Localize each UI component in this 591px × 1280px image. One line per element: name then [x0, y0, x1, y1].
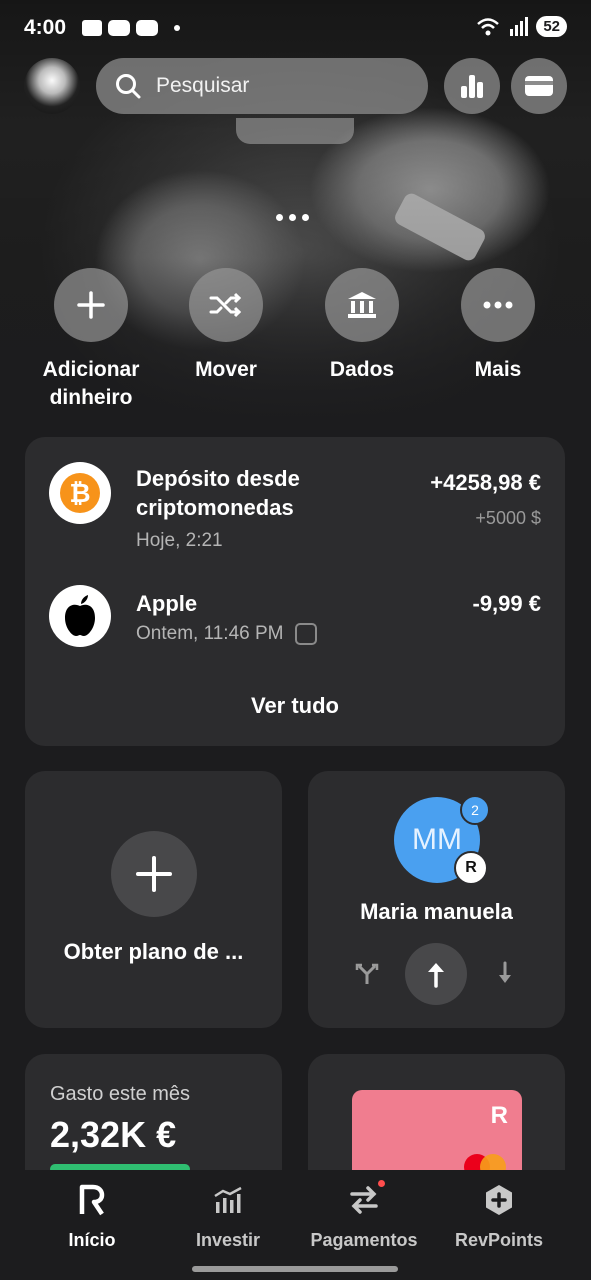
- battery-indicator: 52: [536, 16, 567, 37]
- card-icon: [525, 76, 553, 96]
- split-icon[interactable]: [355, 963, 379, 985]
- nav-label: Pagamentos: [310, 1230, 418, 1250]
- apple-icon: [65, 595, 95, 636]
- nav-item-home[interactable]: Início: [18, 1182, 166, 1251]
- transaction-title: Apple: [136, 591, 198, 616]
- nav-label: Início: [68, 1230, 116, 1250]
- contact-actions: [308, 943, 565, 1005]
- add-plan-button[interactable]: [111, 831, 197, 917]
- arrow-down-icon[interactable]: [497, 961, 513, 985]
- send-button[interactable]: [405, 943, 467, 1005]
- transaction-amount: -9,99 €: [472, 591, 542, 616]
- system-icons: 52: [476, 16, 567, 37]
- svg-text:₿: ₿: [69, 478, 90, 508]
- more-icon: [483, 301, 513, 309]
- bank-icon: [348, 292, 376, 318]
- transfer-arrows-icon: [350, 1186, 378, 1214]
- action-label: Mover: [195, 358, 257, 381]
- cards-button[interactable]: [511, 58, 567, 114]
- page-dots: [276, 214, 309, 221]
- top-bar: [0, 58, 591, 116]
- notification-dot: [378, 1180, 385, 1187]
- shuffle-icon: [209, 292, 242, 318]
- plan-label: Obter plano de ...: [63, 939, 244, 964]
- action-more-button[interactable]: [461, 268, 535, 342]
- nav-item-invest[interactable]: Investir: [154, 1182, 302, 1251]
- spending-label: Gasto este mês: [50, 1083, 191, 1105]
- action-label: Adicionar dinheiro: [42, 358, 140, 409]
- spending-value: 2,32K €: [50, 1114, 177, 1155]
- nav-label: RevPoints: [454, 1230, 544, 1250]
- transaction-time-text: Ontem, 11:46 PM: [136, 623, 284, 645]
- transaction-icon: ₿: [49, 462, 111, 524]
- revolut-badge-icon: R: [454, 851, 488, 885]
- nav-item-revpoints[interactable]: RevPoints: [425, 1182, 573, 1251]
- mail-icon: [82, 20, 102, 36]
- notification-icons: [82, 20, 180, 36]
- get-plan-card[interactable]: Obter plano de ...: [25, 771, 282, 1028]
- plus-icon: [136, 856, 172, 892]
- status-time: 4:00: [24, 16, 67, 39]
- bar-chart-icon: [461, 75, 483, 98]
- action-more[interactable]: Mais: [428, 268, 568, 384]
- revolut-icon: [79, 1184, 105, 1216]
- transaction-title: Depósito desde criptomonedas: [136, 466, 300, 520]
- revpoints-icon: [486, 1185, 512, 1215]
- action-add-money-button[interactable]: [54, 268, 128, 342]
- contact-badge: 2: [460, 795, 490, 825]
- nav-item-payments[interactable]: Pagamentos: [290, 1180, 438, 1251]
- home-indicator[interactable]: [192, 1266, 398, 1272]
- see-all-link[interactable]: Ver tudo: [25, 693, 565, 719]
- search-bar[interactable]: [96, 58, 428, 114]
- transaction-time: Hoje, 2:21: [136, 530, 223, 551]
- arrow-up-icon: [428, 963, 444, 988]
- transaction-amount: +4258,98 €: [430, 470, 541, 495]
- profile-avatar[interactable]: [24, 58, 80, 114]
- action-move-button[interactable]: [189, 268, 263, 342]
- action-add-money[interactable]: Adicionar dinheiro: [21, 268, 161, 412]
- transactions-card: ₿ Depósito desde criptomonedas Hoje, 2:2…: [25, 437, 565, 746]
- wifi-icon: [477, 17, 500, 35]
- status-bar: 4:00 52: [0, 0, 591, 56]
- transaction-secondary-amount: +5000 $: [475, 508, 541, 528]
- youtube-icon: [108, 20, 130, 36]
- signal-icon: [510, 16, 529, 36]
- analytics-button[interactable]: [444, 58, 500, 114]
- search-input[interactable]: [154, 73, 408, 99]
- bottom-navigation: Início Investir Pagamentos RevPoints: [0, 1170, 591, 1280]
- transaction-icon: [49, 585, 111, 647]
- action-details-button[interactable]: [325, 268, 399, 342]
- revolut-logo-icon: R: [490, 1102, 508, 1129]
- search-icon: [116, 74, 141, 99]
- balance-pill[interactable]: [236, 118, 354, 144]
- contact-name: Maria manuela: [360, 899, 513, 924]
- action-label: Dados: [329, 358, 395, 381]
- plus-icon: [77, 291, 105, 319]
- nav-label: Investir: [195, 1230, 261, 1250]
- card-hidden-icon: [294, 623, 317, 645]
- more-notifications-icon: [174, 25, 180, 31]
- transaction-time: Ontem, 11:46 PM: [136, 623, 317, 645]
- action-details[interactable]: Dados: [292, 268, 432, 384]
- invest-chart-icon: [214, 1186, 242, 1213]
- bitcoin-icon: ₿: [60, 473, 100, 513]
- contact-card[interactable]: MM 2 R Maria manuela: [308, 771, 565, 1028]
- youtube-icon: [136, 20, 158, 36]
- action-label: Mais: [474, 358, 522, 381]
- action-move[interactable]: Mover: [156, 268, 296, 384]
